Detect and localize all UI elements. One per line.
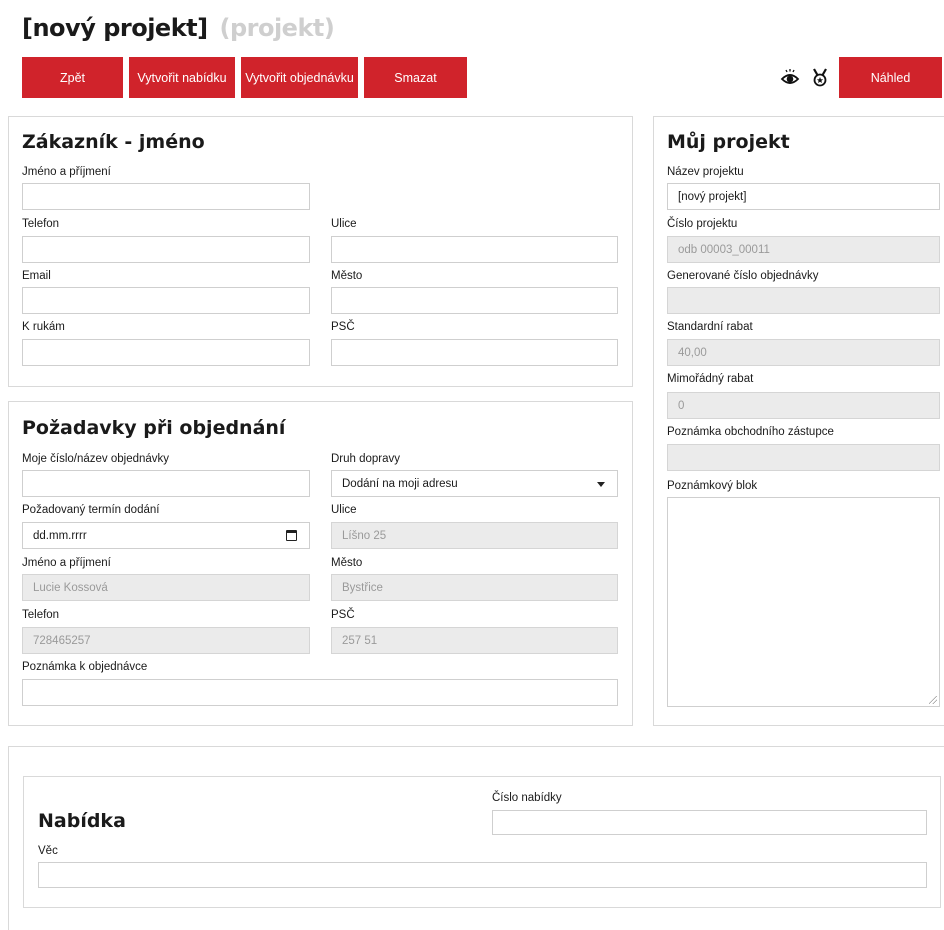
chevron-down-icon	[597, 482, 605, 487]
order-name-label: Jméno a příjmení	[22, 557, 111, 569]
create-order-button[interactable]: Vytvořit objednávku	[241, 57, 358, 98]
sales-note-input	[667, 444, 940, 471]
offer-number-label: Číslo nabídky	[492, 792, 562, 804]
order-name-input: Lucie Kossová	[22, 574, 310, 601]
order-city-input: Bystřice	[331, 574, 618, 601]
generated-order-label: Generované číslo objednávky	[667, 270, 819, 282]
customer-street-input[interactable]	[331, 236, 618, 263]
customer-zip-input[interactable]	[331, 339, 618, 366]
transport-select-value: Dodání na moji adresu	[342, 477, 458, 490]
customer-zip-label: PSČ	[331, 321, 355, 333]
order-phone-input: 728465257	[22, 627, 310, 654]
my-order-label: Moje číslo/název objednávky	[22, 453, 170, 465]
order-zip-label: PSČ	[331, 609, 355, 621]
customer-street-label: Ulice	[331, 218, 357, 230]
customer-city-label: Město	[331, 270, 363, 282]
customer-name-label: Jméno a příjmení	[22, 166, 111, 178]
customer-attention-label: K rukám	[22, 321, 65, 333]
order-card-title: Požadavky při objednání	[22, 417, 286, 439]
back-button[interactable]: Zpět	[22, 57, 123, 98]
page-title: [nový projekt] (projekt)	[22, 14, 335, 42]
offer-card	[23, 776, 941, 908]
resize-grip-icon[interactable]	[929, 696, 937, 704]
notepad-textarea[interactable]	[667, 497, 940, 707]
customer-phone-label: Telefon	[22, 218, 60, 230]
my-order-input[interactable]	[22, 470, 310, 497]
medal-icon[interactable]	[810, 67, 830, 87]
notepad-label: Poznámkový blok	[667, 480, 758, 492]
delivery-date-placeholder: dd.mm.rrrr	[33, 529, 87, 542]
customer-phone-input[interactable]	[22, 236, 310, 263]
preview-button[interactable]: Náhled	[839, 57, 942, 98]
order-note-input[interactable]	[22, 679, 618, 706]
delivery-date-input[interactable]: dd.mm.rrrr	[22, 522, 310, 549]
customer-attention-input[interactable]	[22, 339, 310, 366]
transport-select[interactable]: Dodání na moji adresu	[331, 470, 618, 497]
project-title: [nový projekt]	[22, 14, 208, 42]
order-street-input: Líšno 25	[331, 522, 618, 549]
order-note-label: Poznámka k objednávce	[22, 661, 148, 673]
calendar-icon[interactable]	[286, 530, 297, 541]
std-discount-input: 40,00	[667, 339, 940, 366]
delivery-date-label: Požadovaný termín dodání	[22, 504, 160, 516]
eye-icon[interactable]	[780, 67, 800, 87]
project-card-title: Můj projekt	[667, 131, 790, 153]
extra-discount-label: Mimořádný rabat	[667, 373, 754, 385]
order-zip-input: 257 51	[331, 627, 618, 654]
project-number-label: Číslo projektu	[667, 218, 738, 230]
delete-button[interactable]: Smazat	[364, 57, 467, 98]
offer-card-title: Nabídka	[38, 810, 126, 832]
sales-note-label: Poznámka obchodního zástupce	[667, 426, 834, 438]
transport-label: Druh dopravy	[331, 453, 401, 465]
order-phone-label: Telefon	[22, 609, 60, 621]
offer-number-input[interactable]	[492, 810, 927, 835]
customer-email-input[interactable]	[22, 287, 310, 314]
create-offer-button[interactable]: Vytvořit nabídku	[129, 57, 235, 98]
customer-name-input[interactable]	[22, 183, 310, 210]
generated-order-input	[667, 287, 940, 314]
project-name-input[interactable]: [nový projekt]	[667, 183, 940, 210]
order-city-label: Město	[331, 557, 363, 569]
project-number-input: odb 00003_00011	[667, 236, 940, 263]
customer-city-input[interactable]	[331, 287, 618, 314]
order-street-label: Ulice	[331, 504, 357, 516]
std-discount-label: Standardní rabat	[667, 321, 753, 333]
extra-discount-input: 0	[667, 392, 940, 419]
customer-card-title: Zákazník - jméno	[22, 131, 205, 153]
project-name-label: Název projektu	[667, 166, 744, 178]
offer-subject-label: Věc	[38, 845, 58, 857]
customer-email-label: Email	[22, 270, 51, 282]
offer-subject-input[interactable]	[38, 862, 927, 888]
project-type-label: (projekt)	[219, 14, 335, 42]
